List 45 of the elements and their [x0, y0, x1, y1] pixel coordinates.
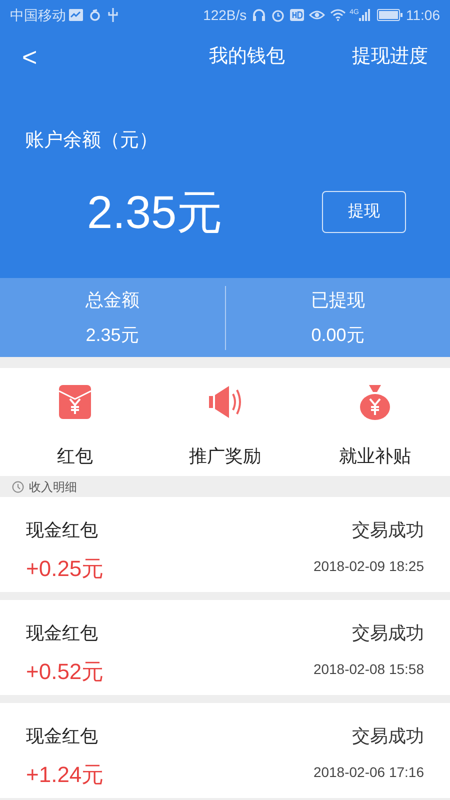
record-title: 现金红包	[26, 725, 99, 748]
envelope-icon	[59, 385, 91, 419]
money-bag-icon	[359, 384, 391, 420]
chart-icon	[69, 9, 83, 21]
page-title: 我的钱包	[208, 45, 286, 70]
stat-label: 总金额	[85, 288, 140, 312]
alarm-icon	[270, 8, 285, 22]
record-status: 交易成功	[352, 519, 424, 542]
section-title: 收入明细	[29, 478, 77, 496]
stat-value: 2.35元	[86, 324, 139, 346]
shortcut-button[interactable]: 红包	[0, 368, 150, 476]
headset-icon	[252, 8, 266, 22]
withdraw-button[interactable]: 提现	[322, 191, 406, 233]
balance-label: 账户余额（元）	[25, 129, 159, 153]
back-button[interactable]: <	[22, 38, 62, 77]
record-time: 2018-02-06 17:16	[313, 763, 424, 782]
clock-time: 11:06	[406, 6, 440, 24]
shortcut-button[interactable]: 就业补贴	[300, 368, 450, 476]
record-status: 交易成功	[352, 725, 424, 748]
signal-icon	[359, 9, 371, 21]
record-title: 现金红包	[26, 622, 99, 645]
record-time: 2018-02-08 15:58	[313, 660, 424, 679]
clock-icon	[12, 480, 24, 492]
record-card[interactable]: 现金红包 +0.52元 交易成功 2018-02-08 15:58	[0, 600, 450, 695]
stat-value: 0.00元	[311, 324, 364, 346]
battery-icon	[377, 9, 403, 21]
record-time: 2018-02-09 18:25	[313, 557, 424, 576]
balance-amount: 2.35元	[87, 184, 224, 240]
speaker-icon	[207, 384, 243, 420]
record-amount: +0.25元	[26, 555, 104, 583]
carrier-name: 中国移动	[10, 6, 66, 24]
usb-icon	[108, 8, 118, 22]
record-amount: +0.52元	[26, 658, 104, 686]
record-title: 现金红包	[26, 519, 99, 542]
shortcut-button[interactable]: 推广奖励	[150, 368, 300, 476]
network-speed: 122B/s	[203, 6, 247, 24]
withdraw-progress-link[interactable]: 提现进度	[352, 43, 428, 72]
record-card[interactable]: 现金红包 +1.24元 交易成功 2018-02-06 17:16	[0, 703, 450, 798]
record-status: 交易成功	[352, 622, 424, 645]
hd-icon	[290, 9, 304, 21]
record-card[interactable]: 现金红包 +0.25元 交易成功 2018-02-09 18:25	[0, 497, 450, 592]
wifi-icon	[330, 9, 346, 21]
record-amount: +1.24元	[26, 761, 104, 789]
stat-label: 已提现	[310, 288, 365, 312]
eye-icon	[308, 9, 325, 21]
